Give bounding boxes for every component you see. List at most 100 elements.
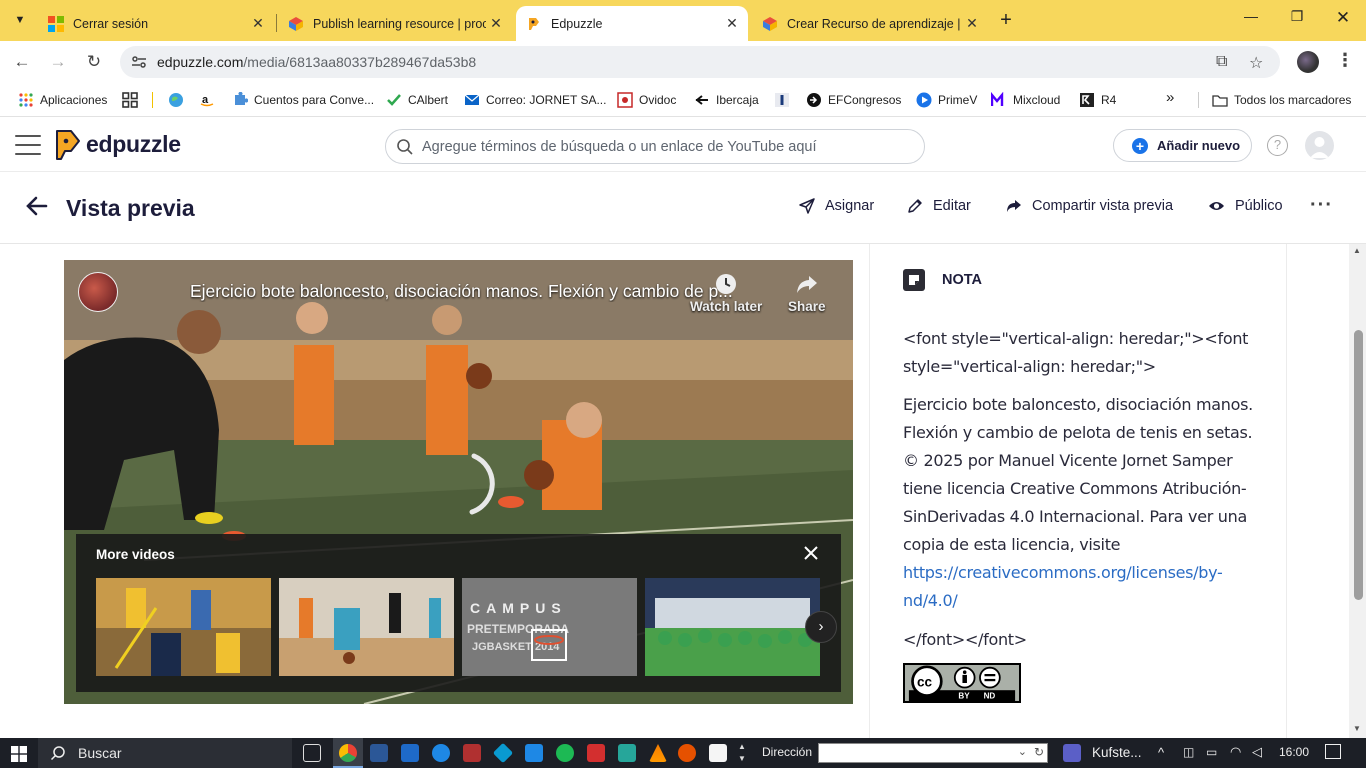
address-toolbar-input[interactable]: ⌄ ↻	[818, 743, 1048, 763]
profile-avatar[interactable]	[1297, 51, 1319, 73]
notifications-icon[interactable]	[1325, 744, 1341, 759]
back-arrow-icon[interactable]	[26, 195, 48, 217]
diamond-app-icon[interactable]	[492, 742, 514, 764]
add-new-button[interactable]: + Añadir nuevo	[1113, 129, 1252, 162]
more-videos-label: More videos	[96, 547, 175, 562]
video-title[interactable]: Ejercicio bote baloncesto, disociación m…	[190, 281, 750, 302]
site-info-icon[interactable]	[131, 54, 147, 70]
back-nav-icon[interactable]: ←	[10, 51, 34, 75]
video-thumbnail[interactable]	[96, 578, 271, 676]
channel-avatar[interactable]	[78, 272, 118, 312]
tray-app-label[interactable]: Kufste...	[1092, 745, 1142, 760]
address-bar[interactable]: edpuzzle.com/media/6813aa80337b289467da5…	[120, 46, 1280, 78]
vlc-icon[interactable]	[649, 744, 667, 762]
public-button[interactable]: Público	[1208, 198, 1283, 214]
tools-app-icon[interactable]	[463, 744, 481, 762]
bookmarks-overflow-button[interactable]: »	[1166, 89, 1174, 106]
edit-button[interactable]: Editar	[907, 198, 971, 214]
license-link[interactable]: https://creativecommons.org/licenses/by-…	[903, 563, 1223, 610]
bookmark-correo[interactable]: Correo: JORNET SA...	[464, 92, 606, 108]
reload-icon[interactable]: ↻	[82, 51, 106, 75]
tab-close-icon[interactable]: ✕	[486, 15, 506, 32]
scroll-down-icon[interactable]: ▼	[1353, 724, 1361, 733]
document-icon[interactable]	[709, 744, 727, 762]
search-box[interactable]	[385, 129, 925, 164]
new-tab-button[interactable]: +	[994, 9, 1018, 33]
tab-cerrar-sesion[interactable]: Cerrar sesión ✕	[38, 6, 274, 41]
refresh-icon[interactable]: ↻	[1034, 745, 1044, 759]
translate-icon[interactable]: ⧉	[1216, 53, 1227, 71]
bookmark-r4[interactable]: R4	[1079, 92, 1116, 108]
bookmark-globe[interactable]	[168, 92, 190, 108]
close-icon[interactable]	[802, 544, 820, 562]
tab-close-icon[interactable]: ✕	[248, 15, 268, 32]
forward-nav-icon[interactable]: →	[46, 51, 70, 75]
battery-icon[interactable]: ▭	[1206, 745, 1217, 759]
edpuzzle-logo-icon[interactable]	[54, 128, 82, 162]
cc-by-nd-license-badge[interactable]: cc BY ND	[903, 663, 1021, 703]
bookmark-efcongresos[interactable]: EFCongresos	[806, 92, 901, 108]
bookmark-grid[interactable]	[122, 92, 144, 108]
taskbar-clock[interactable]: 16:00	[1279, 745, 1309, 759]
bookmark-i[interactable]	[774, 92, 796, 108]
next-videos-button[interactable]: ›	[805, 611, 837, 643]
tab-close-icon[interactable]: ✕	[722, 15, 742, 32]
chrome-icon[interactable]	[339, 744, 357, 762]
volume-icon[interactable]: ◁	[1252, 744, 1262, 760]
bookmark-ovidoc[interactable]: Ovidoc	[617, 92, 676, 108]
chat-app-icon[interactable]	[432, 744, 450, 762]
word-icon[interactable]	[370, 744, 388, 762]
bookmark-star-icon[interactable]: ☆	[1249, 53, 1263, 73]
all-bookmarks-folder[interactable]: Todos los marcadores	[1212, 92, 1351, 108]
wifi-icon[interactable]: ◠	[1230, 744, 1241, 760]
pdf-icon[interactable]	[587, 744, 605, 762]
tab-search-button[interactable]: ▼	[6, 7, 34, 33]
plus-icon: +	[1132, 137, 1148, 154]
meet-now-icon[interactable]: ◫	[1183, 745, 1194, 759]
help-icon[interactable]: ?	[1267, 135, 1288, 156]
bookmark-label: Correo: JORNET SA...	[486, 93, 607, 107]
tab-crear-recurso[interactable]: Crear Recurso de aprendizaje | p ✕	[752, 6, 988, 41]
scroll-up-icon[interactable]: ▲	[1353, 246, 1361, 255]
tab-close-icon[interactable]: ✕	[962, 15, 982, 32]
minimize-button[interactable]: —	[1228, 8, 1274, 32]
more-options-icon[interactable]: ···	[1310, 194, 1333, 217]
video-thumbnail[interactable]	[645, 578, 820, 676]
bookmark-ibercaja[interactable]: Ibercaja	[694, 92, 759, 108]
video-thumbnail[interactable]: CAMPUS PRETEMPORADA JGBASKET 2014	[462, 578, 637, 676]
sheets-app-icon[interactable]	[618, 744, 636, 762]
restore-button[interactable]: ❐	[1274, 8, 1320, 32]
tab-edpuzzle[interactable]: Edpuzzle ✕	[516, 6, 748, 41]
bookmark-mixcloud[interactable]: Mixcloud	[991, 92, 1060, 108]
bookmark-aplicaciones[interactable]: Aplicaciones	[18, 92, 107, 108]
logo-text[interactable]: edpuzzle	[86, 131, 181, 158]
video-thumbnail[interactable]	[279, 578, 454, 676]
dropdown-icon[interactable]: ⌄	[1018, 745, 1027, 758]
bookmark-primev[interactable]: PrimeV	[916, 92, 977, 108]
windows-start-icon[interactable]	[11, 746, 27, 762]
hamburger-menu-icon[interactable]	[15, 135, 41, 155]
user-avatar[interactable]	[1305, 131, 1334, 160]
taskbar-search[interactable]: Buscar	[38, 738, 292, 768]
spotify-icon[interactable]	[556, 744, 574, 762]
share-video-button[interactable]: Share	[788, 272, 826, 314]
scrollbar-thumb[interactable]	[1354, 330, 1363, 600]
basketball-app-icon[interactable]	[678, 744, 696, 762]
share-preview-button[interactable]: Compartir vista previa	[1006, 198, 1173, 214]
video-app-tray-icon[interactable]	[1063, 744, 1081, 762]
v-app-icon[interactable]	[401, 744, 419, 762]
tray-overflow-icon[interactable]: ^	[1158, 745, 1164, 760]
bookmark-cuentos[interactable]: Cuentos para Conve...	[232, 92, 374, 108]
search-input[interactable]	[422, 136, 912, 158]
browser-menu-icon[interactable]: ⋮	[1336, 50, 1354, 71]
tab-publish-learning-resource[interactable]: Publish learning resource | proc ✕	[278, 6, 512, 41]
watch-later-button[interactable]: Watch later	[690, 272, 762, 314]
assign-button[interactable]: Asignar	[799, 198, 874, 214]
task-view-icon[interactable]	[303, 744, 321, 762]
close-window-button[interactable]: ✕	[1320, 8, 1366, 32]
bookmark-amazon[interactable]: a	[199, 92, 221, 108]
taskbar-scroll-icon[interactable]: ▲ ▼	[738, 741, 746, 765]
calendar-icon[interactable]	[525, 744, 543, 762]
video-player[interactable]: Ejercicio bote baloncesto, disociación m…	[64, 260, 853, 704]
bookmark-calbert[interactable]: CAlbert	[386, 92, 448, 108]
